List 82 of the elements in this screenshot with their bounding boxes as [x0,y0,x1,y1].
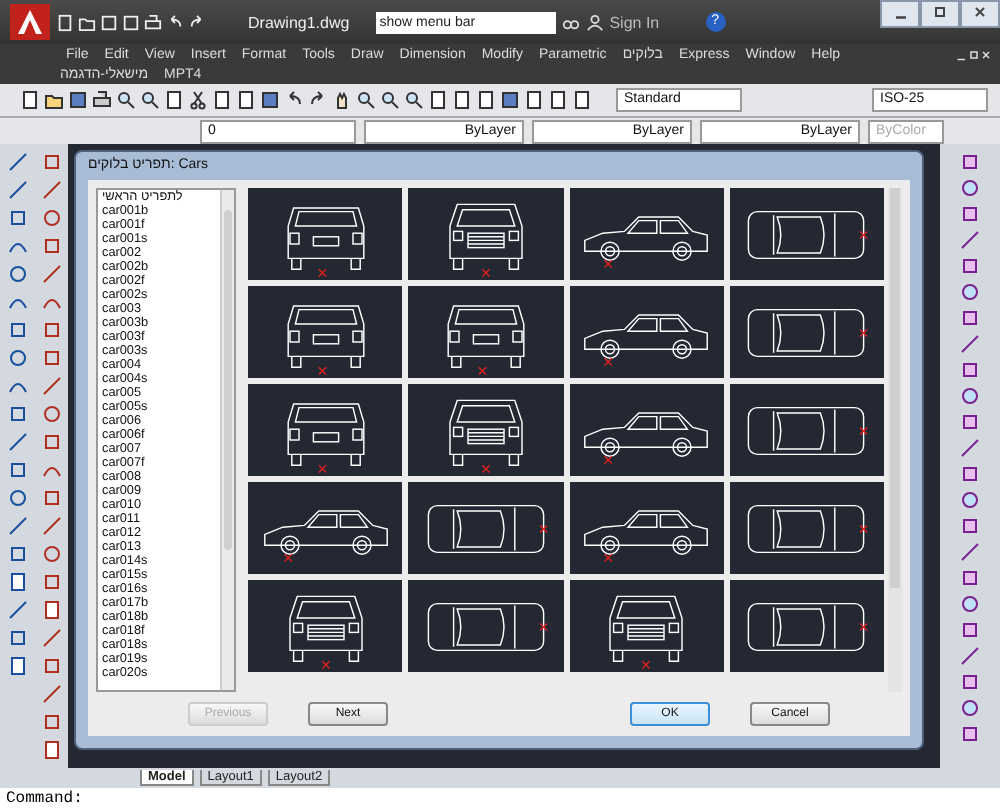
undo-icon[interactable] [166,13,184,31]
line-icon[interactable] [960,230,980,250]
block-list[interactable] [96,188,236,692]
square-icon[interactable] [7,404,27,424]
line-icon[interactable] [41,684,61,704]
square-icon[interactable] [41,236,61,256]
redo-icon[interactable] [308,90,328,110]
document-controls-icon[interactable] [956,47,992,61]
circle-icon[interactable] [960,386,980,406]
square-icon[interactable] [7,460,27,480]
folder-icon[interactable] [78,13,96,31]
scrollbar[interactable] [888,188,902,692]
close-button[interactable] [960,0,1000,28]
square-icon[interactable] [7,320,27,340]
minimize-button[interactable] [880,0,920,28]
square-icon[interactable] [960,412,980,432]
square-icon[interactable] [960,724,980,744]
square-icon[interactable] [960,256,980,276]
redo-icon[interactable] [188,13,206,31]
scissors-icon[interactable] [188,90,208,110]
square-icon[interactable] [960,516,980,536]
circle-icon[interactable] [41,208,61,228]
app-logo[interactable] [10,4,50,40]
line-icon[interactable] [7,180,27,200]
square-icon[interactable] [41,712,61,732]
square-icon[interactable] [960,568,980,588]
maximize-button[interactable] [920,0,960,28]
square-icon[interactable] [7,544,27,564]
line-icon[interactable] [7,516,27,536]
square-icon[interactable] [41,152,61,172]
line-icon[interactable] [960,334,980,354]
square-icon[interactable] [960,620,980,640]
line-icon[interactable] [960,646,980,666]
line-icon[interactable] [41,180,61,200]
square-icon[interactable] [7,628,27,648]
folder-icon[interactable] [44,90,64,110]
circle-icon[interactable] [960,282,980,302]
circle-icon[interactable] [41,544,61,564]
minimize-icon [895,16,905,19]
circle-icon[interactable] [7,348,27,368]
user-icon [585,13,604,31]
printer-icon[interactable] [92,90,112,110]
circle-icon[interactable] [960,594,980,614]
scrollbar[interactable] [220,190,234,690]
line-icon[interactable] [41,628,61,648]
drawing-area[interactable] [68,144,940,768]
circle-icon[interactable] [960,698,980,718]
square-icon[interactable] [960,360,980,380]
line-icon[interactable] [960,542,980,562]
line-icon[interactable] [41,516,61,536]
circle-icon[interactable] [960,178,980,198]
undo-icon[interactable] [284,90,304,110]
line-icon[interactable] [7,600,27,620]
square-icon[interactable] [960,204,980,224]
square-icon[interactable] [41,432,61,452]
file-name: Drawing1.dwg [248,13,350,31]
square-icon[interactable] [960,308,980,328]
square-icon[interactable] [41,572,61,592]
line-icon[interactable] [41,264,61,284]
sign-in-link[interactable]: Sign In [609,13,660,31]
magnifier-icon[interactable] [380,90,400,110]
circle-icon[interactable] [41,404,61,424]
circle-icon[interactable] [7,488,27,508]
square-icon[interactable] [7,208,27,228]
circle-icon[interactable] [960,490,980,510]
square-icon[interactable] [960,152,980,172]
square-icon[interactable] [960,672,980,692]
magnifier-icon[interactable] [116,90,136,110]
square-icon[interactable] [41,348,61,368]
magnifier-icon[interactable] [356,90,376,110]
line-icon[interactable] [41,376,61,396]
circle-icon[interactable] [7,264,27,284]
line-icon[interactable] [7,152,27,172]
magnifier-icon[interactable] [140,90,160,110]
square-icon[interactable] [960,464,980,484]
magnifier-icon[interactable] [404,90,424,110]
line-icon[interactable] [960,438,980,458]
line-icon[interactable] [7,432,27,452]
square-icon[interactable] [41,656,61,676]
square-icon[interactable] [41,488,61,508]
command-prompt: Command: [6,790,83,808]
square-icon[interactable] [41,320,61,340]
